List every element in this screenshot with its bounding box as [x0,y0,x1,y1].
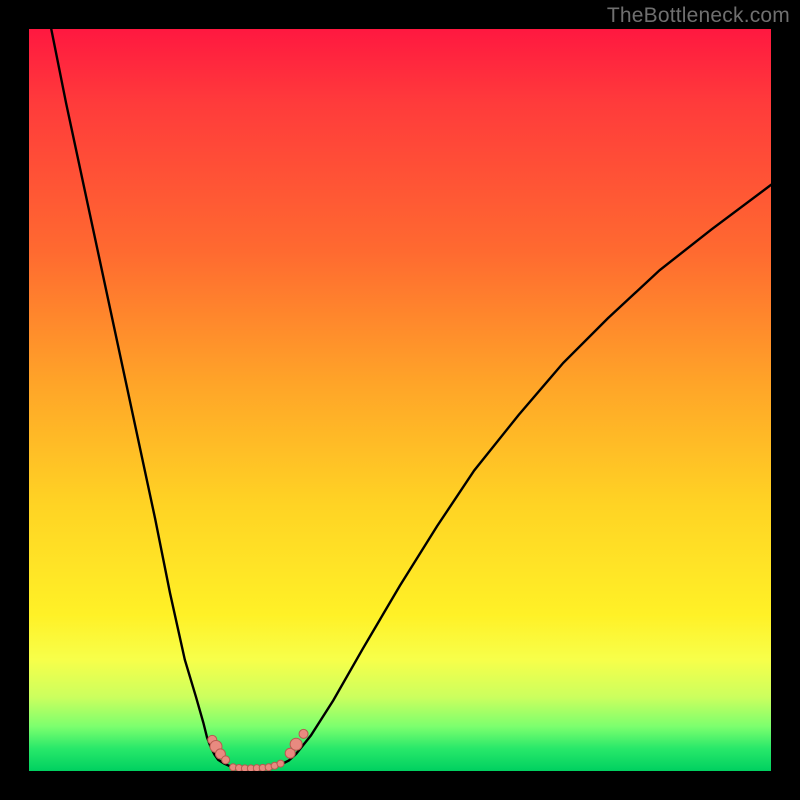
marker-right [299,729,308,738]
plot-area [29,29,771,771]
watermark-text: TheBottleneck.com [607,4,790,28]
marker-right [290,738,302,750]
marker-layer [208,729,308,771]
bottleneck-curve [51,29,771,768]
marker-left [222,756,230,764]
outer-frame: TheBottleneck.com [0,0,800,800]
curve-layer [51,29,771,768]
marker-bottom [277,760,284,767]
chart-svg [29,29,771,771]
